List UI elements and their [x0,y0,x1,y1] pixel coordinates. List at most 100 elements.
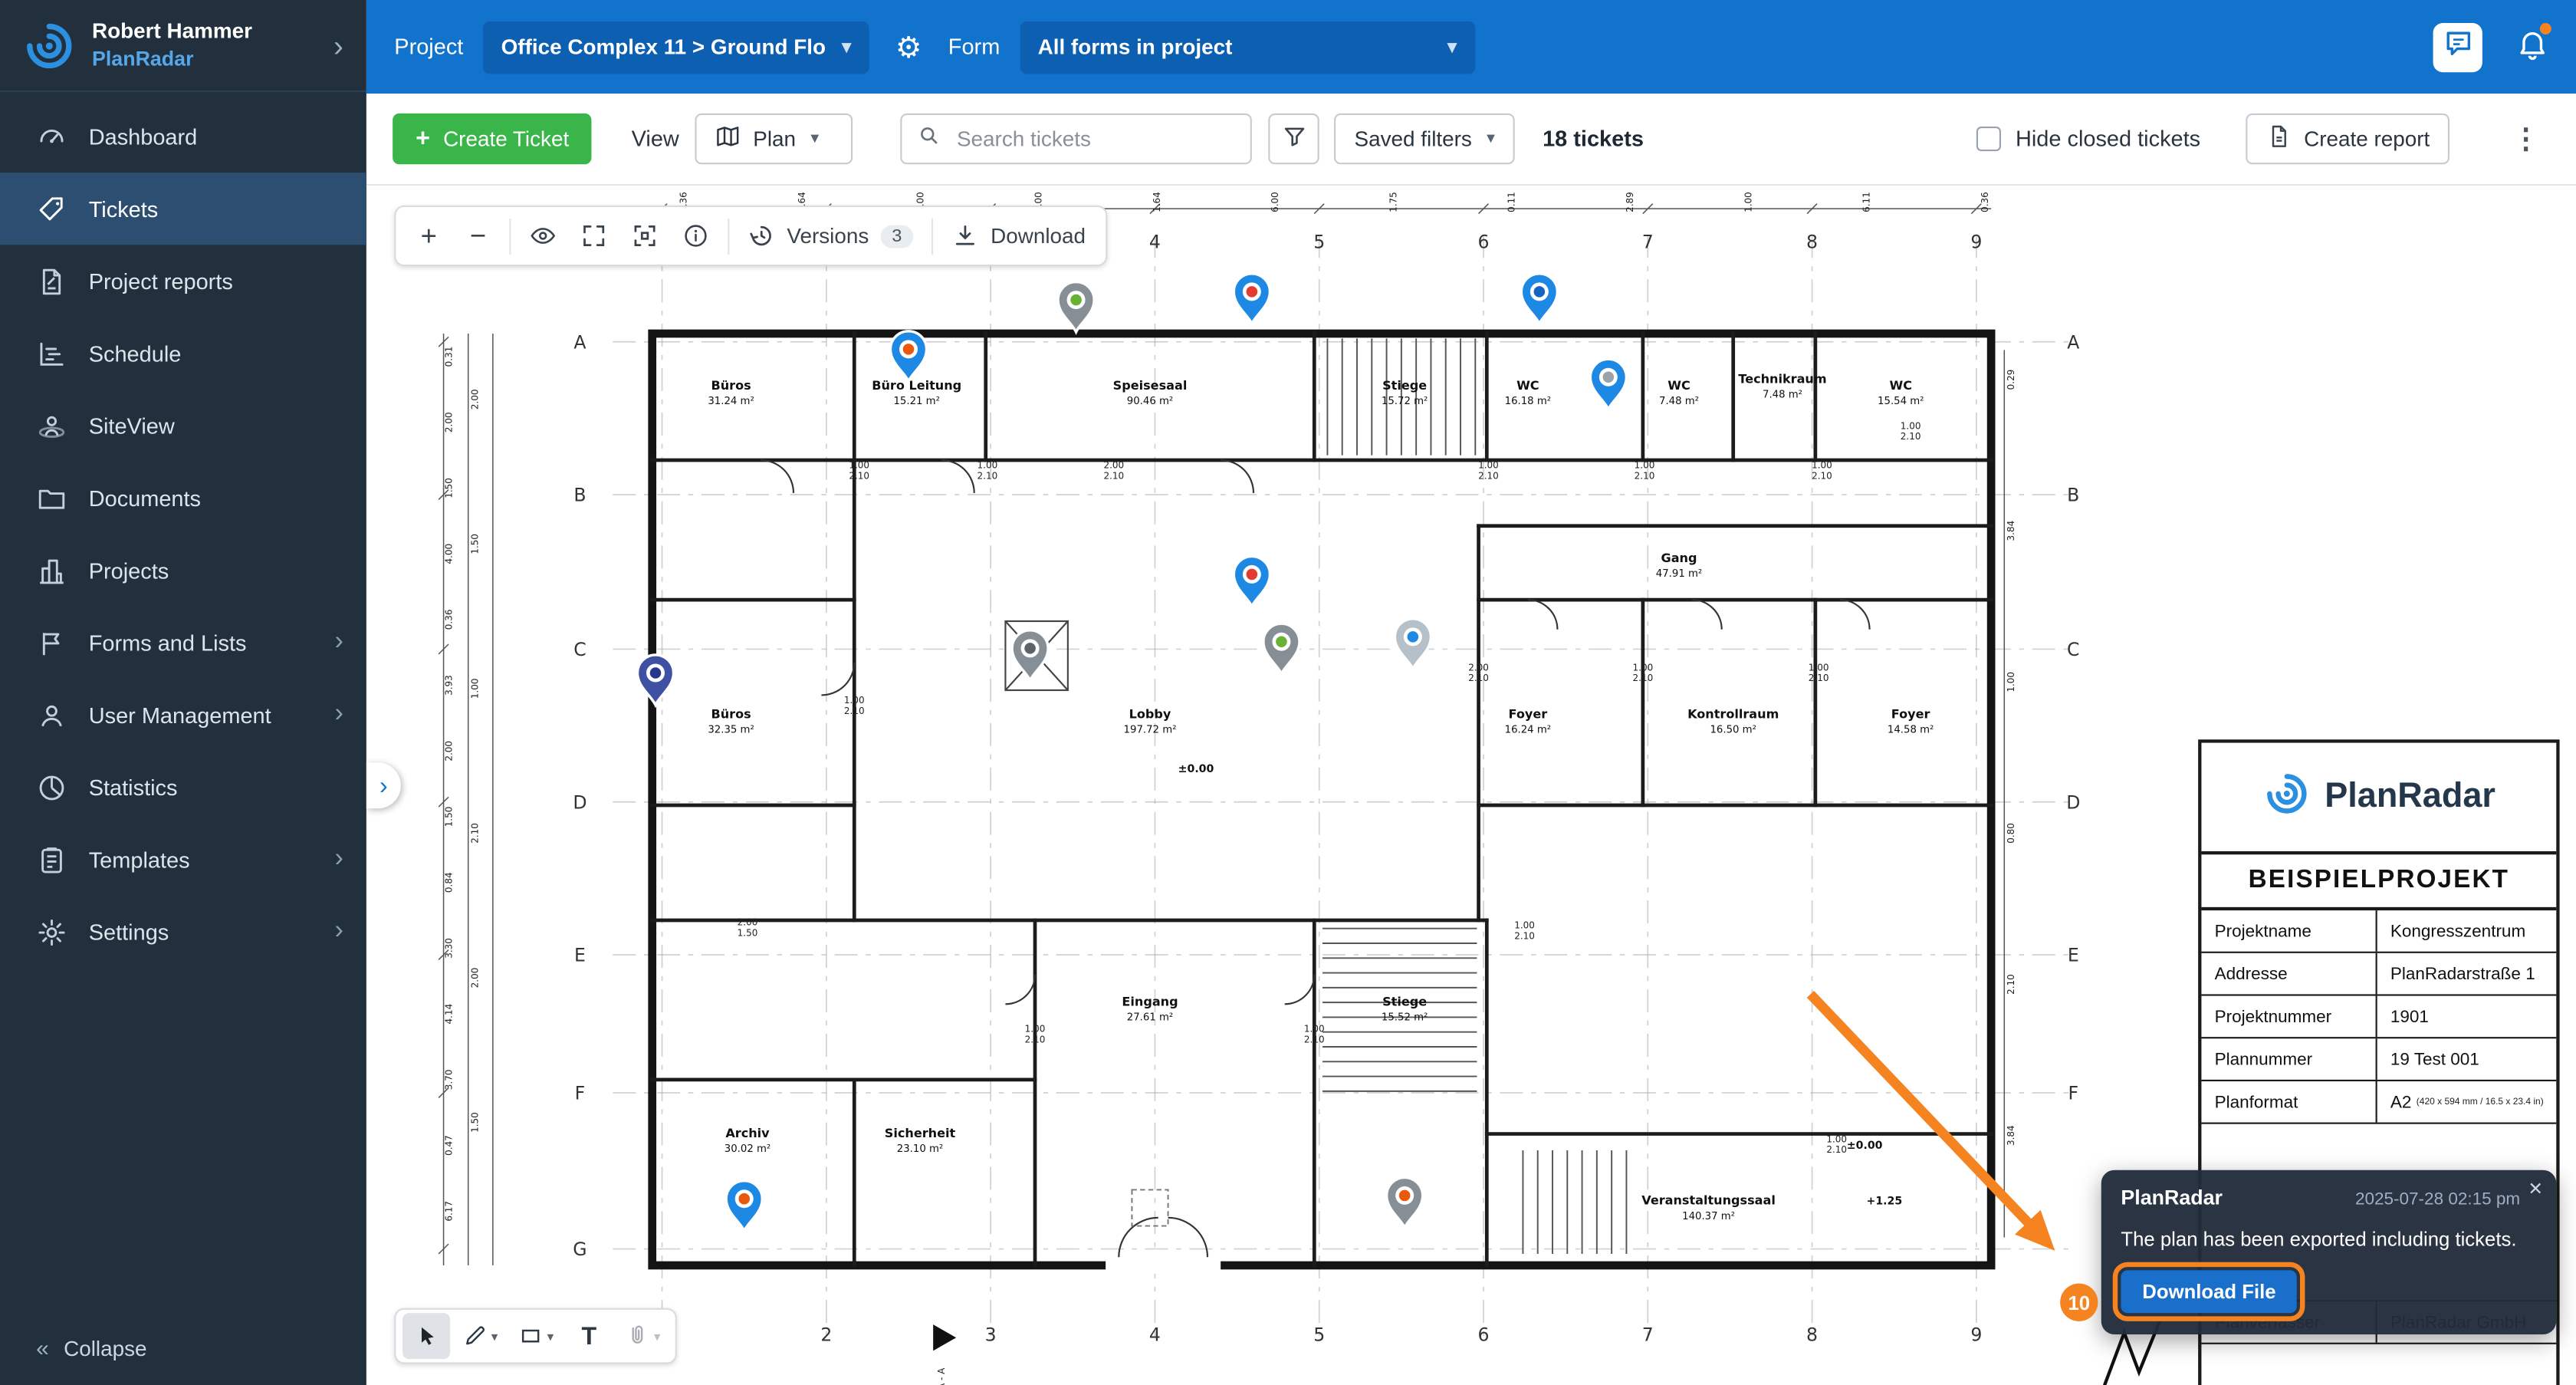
ticket-pin[interactable] [1012,630,1048,680]
fullscreen-button[interactable] [568,212,619,259]
form-selector[interactable]: All forms in project ▾ [1020,21,1475,74]
kebab-menu-icon[interactable]: ⋮ [2502,123,2550,155]
saved-filters-button[interactable]: Saved filters ▾ [1335,113,1515,164]
ticket-pin[interactable] [1234,274,1270,324]
plan-toolbar: + − Versions 3 Download [394,206,1107,266]
svg-text:15.72 m²: 15.72 m² [1382,396,1428,407]
templates-icon [36,844,67,875]
sidebar-item-siteview[interactable]: SiteView [0,390,366,462]
create-report-label: Create report [2304,127,2430,151]
checkbox-box[interactable] [1976,127,2001,151]
sidebar-item-settings[interactable]: Settings› [0,896,366,968]
room-label: Archiv30.02 m² [724,1126,770,1155]
grid-label: 3 [985,1324,997,1346]
ticket-pin[interactable] [890,331,926,381]
svg-text:1.00: 1.00 [1304,1024,1325,1035]
collapse-button[interactable]: « Collapse [0,1310,366,1385]
svg-text:2.10: 2.10 [1514,931,1535,942]
siteview-icon [36,410,67,442]
svg-text:2.00: 2.00 [443,412,454,433]
close-icon[interactable]: ✕ [2528,1178,2543,1199]
saved-filters-label: Saved filters [1355,127,1472,151]
sidebar-item-statistics[interactable]: Statistics [0,751,366,823]
planradar-logo-icon [2262,768,2312,826]
ticket-pin[interactable] [637,655,673,705]
funnel-icon [1281,123,1307,155]
versions-button[interactable]: Versions 3 [736,212,925,259]
ticket-pin[interactable] [1234,556,1270,606]
collapse-chevrons-icon: « [36,1334,49,1360]
search-input[interactable] [954,125,1237,153]
svg-text:2.10: 2.10 [849,471,869,482]
ticket-pin[interactable] [1395,619,1431,669]
ticket-pin[interactable] [726,1181,762,1231]
create-ticket-button[interactable]: + Create Ticket [393,113,592,164]
view-mode-button[interactable]: Plan ▾ [695,113,853,164]
titleblock-row-label: Projektname [2201,910,2377,952]
download-file-button[interactable]: Download File [2121,1270,2297,1313]
svg-text:23.10 m²: 23.10 m² [897,1143,943,1155]
sidebar-item-label: Templates [89,847,190,872]
select-tool-button[interactable] [402,1313,450,1359]
download-plan-button[interactable]: Download [940,212,1097,259]
info-button[interactable] [670,212,721,259]
ticket-pin[interactable] [1263,623,1300,673]
room-label: Gang47.91 m² [1656,551,1702,580]
zoom-in-button[interactable]: + [404,212,453,259]
create-report-button[interactable]: Create report [2246,113,2450,164]
visibility-eye-button[interactable] [518,212,568,259]
qr-scan-button[interactable] [619,212,670,259]
grid-label: F [2068,1083,2079,1104]
sidebar-item-forms-and-lists[interactable]: Forms and Lists› [0,607,366,679]
text-tool-button[interactable]: T [565,1313,613,1359]
attach-tool-button[interactable]: ▾ [616,1313,669,1359]
grid-label: 4 [1149,1324,1161,1346]
account-chevron-right-icon[interactable]: › [327,29,350,64]
project-selector[interactable]: Office Complex 11 > Ground Floor ▾ [483,21,869,74]
svg-text:2.10: 2.10 [1635,471,1655,482]
sidebar-item-templates[interactable]: Templates› [0,824,366,896]
svg-text:Büro Leitung: Büro Leitung [872,378,961,393]
project-label: Project [394,35,463,59]
svg-text:27.61 m²: 27.61 m² [1127,1012,1173,1024]
user-management-icon [36,699,67,731]
sidebar-item-schedule[interactable]: Schedule [0,317,366,390]
hide-closed-checkbox[interactable]: Hide closed tickets [1976,127,2201,151]
grid-label: 7 [1642,232,1654,253]
room-label: Stiege15.52 m² [1382,994,1428,1023]
support-chat-button[interactable] [2433,22,2482,71]
filter-button[interactable] [1269,113,1319,164]
sidebar-item-label: User Management [89,702,271,727]
view-label: View [632,127,679,151]
room-label: Büro Leitung 15.21 m² [872,378,961,407]
titleblock-row: Projektnummer1901 [2201,996,2556,1039]
svg-text:0.29: 0.29 [2006,370,2016,390]
grid-label: 5 [1313,1324,1325,1346]
svg-text:1.00: 1.00 [1633,662,1654,673]
caret-down-icon: ▾ [810,130,819,148]
sidebar-item-user-management[interactable]: User Management › [0,679,366,751]
sidebar-item-dashboard[interactable]: Dashboard [0,100,366,173]
project-settings-gear-icon[interactable]: ⚙ [889,32,928,62]
chevron-right-icon: › [334,700,343,730]
zoom-out-button[interactable]: − [453,212,502,259]
ticket-pin[interactable] [1590,359,1626,409]
sidebar-item-project-reports[interactable]: Project reports [0,245,366,317]
draw-tool-button[interactable]: ▾ [453,1313,506,1359]
sidebar-item-projects[interactable]: Projects [0,534,366,606]
svg-text:0.80: 0.80 [2006,823,2016,844]
sidebar-item-tickets[interactable]: Tickets [0,173,366,245]
sidebar-item-label: SiteView [89,413,175,438]
svg-text:15.21 m²: 15.21 m² [893,396,939,407]
shape-tool-button[interactable]: ▾ [509,1313,562,1359]
ticket-pin[interactable] [1521,274,1557,324]
account-header[interactable]: Robert Hammer PlanRadar › [0,0,366,92]
grid-label: 9 [1970,1324,1982,1346]
svg-text:Sicherheit: Sicherheit [885,1126,956,1140]
svg-text:1.50: 1.50 [470,534,481,554]
sidebar-item-documents[interactable]: Documents [0,462,366,534]
notifications-button[interactable] [2515,25,2550,68]
ticket-pin[interactable] [1058,282,1094,332]
project-selector-value: Office Complex 11 > Ground Floor [501,35,826,59]
ticket-pin[interactable] [1387,1177,1423,1227]
